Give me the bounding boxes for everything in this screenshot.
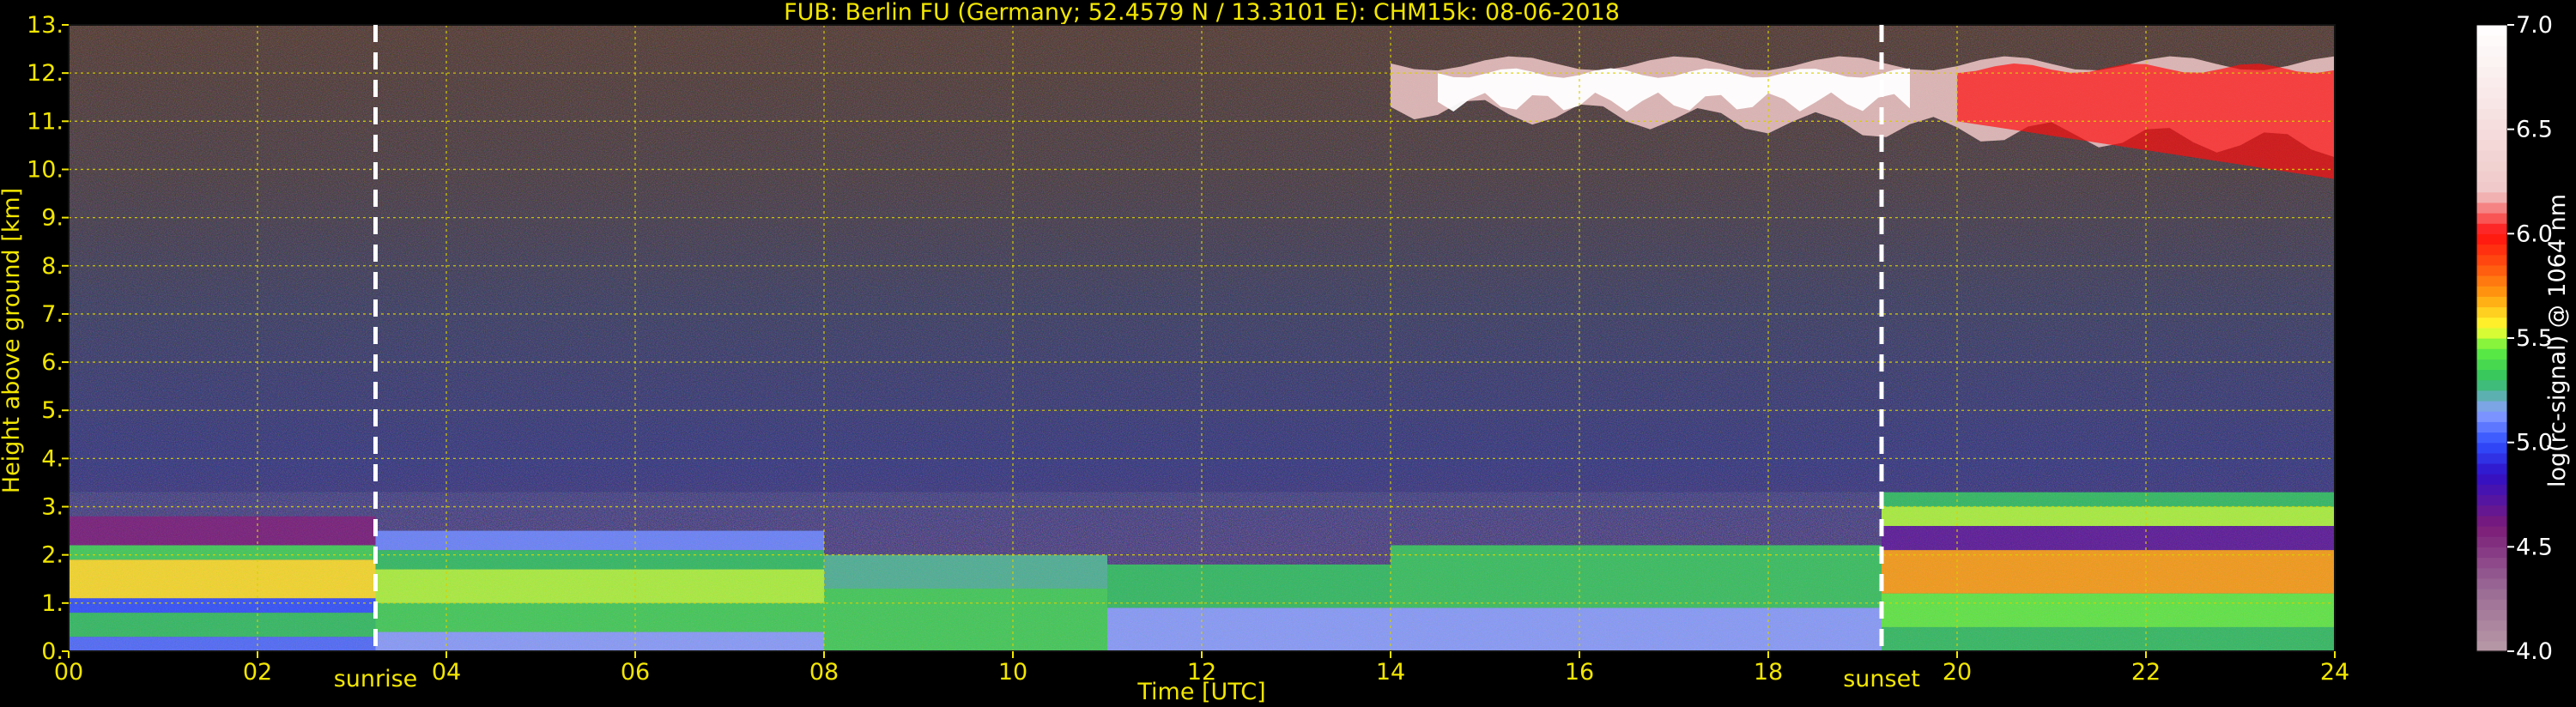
- marker-label-sunset: sunset: [1843, 666, 1920, 692]
- colorbar-segment: [2476, 108, 2507, 120]
- colorbar-segment: [2476, 254, 2507, 266]
- x-tick-label: 24: [2320, 659, 2349, 686]
- colorbar-segment: [2476, 150, 2507, 161]
- colorbar-segment: [2476, 317, 2507, 329]
- y-tick-label: 12.: [27, 60, 64, 87]
- colorbar-segment: [2476, 547, 2507, 559]
- y-tick-label: 10.: [27, 156, 64, 183]
- x-tick-label: 22: [2131, 659, 2161, 686]
- colorbar-segment: [2476, 401, 2507, 412]
- colorbar-segment: [2476, 589, 2507, 600]
- x-tick-label: 16: [1565, 659, 1594, 686]
- colorbar-segment: [2476, 223, 2507, 234]
- colorbar-segment: [2476, 536, 2507, 547]
- colorbar-segment: [2476, 213, 2507, 224]
- y-tick-label: 8.: [41, 253, 64, 280]
- colorbar-label: log(rc-signal) @ 1064 nm: [2544, 194, 2571, 487]
- colorbar-segment: [2476, 599, 2507, 610]
- colorbar-segment: [2476, 286, 2507, 297]
- colorbar-segment: [2476, 76, 2507, 88]
- x-tick-label: 04: [432, 659, 461, 686]
- x-tick-label: 20: [1943, 659, 1972, 686]
- colorbar-segment: [2476, 171, 2507, 183]
- x-tick-label: 02: [243, 659, 272, 686]
- y-tick-label: 2.: [41, 542, 64, 569]
- x-tick-label: 14: [1376, 659, 1405, 686]
- colorbar-segment: [2476, 160, 2507, 172]
- x-tick-label: 06: [621, 659, 650, 686]
- colorbar-segment: [2476, 369, 2507, 381]
- colorbar-segment: [2476, 619, 2507, 631]
- colorbar-segment: [2476, 379, 2507, 391]
- colorbar-segment: [2476, 432, 2507, 444]
- colorbar-segment: [2476, 609, 2507, 621]
- colorbar-segment: [2476, 66, 2507, 78]
- x-tick-label: 10: [998, 659, 1027, 686]
- colorbar-segment: [2476, 296, 2507, 308]
- colorbar-segment: [2476, 452, 2507, 464]
- colorbar-segment: [2476, 630, 2507, 642]
- colorbar-segment: [2476, 233, 2507, 245]
- colorbar-segment: [2476, 640, 2507, 652]
- colorbar-segment: [2476, 275, 2507, 287]
- y-tick-label: 13.: [27, 12, 64, 39]
- colorbar-segment: [2476, 505, 2507, 517]
- colorbar-segment: [2476, 348, 2507, 360]
- colorbar-segment: [2476, 202, 2507, 214]
- y-tick-label: 6.: [41, 349, 64, 376]
- colorbar-segment: [2476, 463, 2507, 474]
- colorbar-segment: [2476, 338, 2507, 349]
- colorbar-segment: [2476, 306, 2507, 318]
- y-tick-label: 11.: [27, 108, 64, 135]
- colorbar-tick-label: 4.0: [2516, 638, 2553, 665]
- y-tick-label: 1.: [41, 590, 64, 617]
- colorbar-segment: [2476, 45, 2507, 57]
- colorbar-segment: [2476, 442, 2507, 454]
- colorbar-segment: [2476, 244, 2507, 256]
- colorbar-segment: [2476, 359, 2507, 371]
- colorbar-segment: [2476, 567, 2507, 579]
- colorbar-segment: [2476, 515, 2507, 527]
- colorbar-segment: [2476, 327, 2507, 339]
- colorbar-segment: [2476, 577, 2507, 589]
- y-tick-label: 9.: [41, 205, 64, 232]
- colorbar-segment: [2476, 25, 2507, 36]
- y-tick-label: 7.: [41, 301, 64, 328]
- chart-title: FUB: Berlin FU (Germany; 52.4579 N / 13.…: [784, 0, 1620, 26]
- colorbar-segment: [2476, 56, 2507, 68]
- y-tick-label: 4.: [41, 445, 64, 472]
- y-tick-label: 3.: [41, 494, 64, 521]
- colorbar-segment: [2476, 118, 2507, 130]
- colorbar-segment: [2476, 191, 2507, 203]
- x-tick-label: 18: [1754, 659, 1783, 686]
- colorbar-tick-label: 7.0: [2516, 12, 2553, 39]
- colorbar-tick-label: 4.5: [2516, 534, 2553, 560]
- x-tick-label: 08: [809, 659, 839, 686]
- colorbar-segment: [2476, 88, 2507, 99]
- colorbar-segment: [2476, 181, 2507, 193]
- y-tick-label: 5.: [41, 397, 64, 424]
- y-tick-label: 0.: [41, 638, 64, 665]
- colorbar-segment: [2476, 264, 2507, 276]
- colorbar-segment: [2476, 421, 2507, 433]
- colorbar-segment: [2476, 494, 2507, 506]
- colorbar-segment: [2476, 411, 2507, 422]
- colorbar-segment: [2476, 139, 2507, 151]
- ceilometer-chart: FUB: Berlin FU (Germany; 52.4579 N / 13.…: [0, 0, 2576, 707]
- colorbar-tick-label: 6.5: [2516, 117, 2553, 143]
- colorbar-segment: [2476, 129, 2507, 141]
- colorbar-segment: [2476, 35, 2507, 46]
- colorbar-segment: [2476, 484, 2507, 496]
- colorbar-segment: [2476, 390, 2507, 402]
- colorbar-segment: [2476, 98, 2507, 109]
- colorbar-segment: [2476, 474, 2507, 485]
- marker-label-sunrise: sunrise: [334, 666, 418, 692]
- y-axis-label: Height above ground [km]: [0, 188, 25, 493]
- colorbar-segment: [2476, 557, 2507, 569]
- x-axis-label: Time [UTC]: [1136, 679, 1265, 705]
- colorbar-segment: [2476, 526, 2507, 537]
